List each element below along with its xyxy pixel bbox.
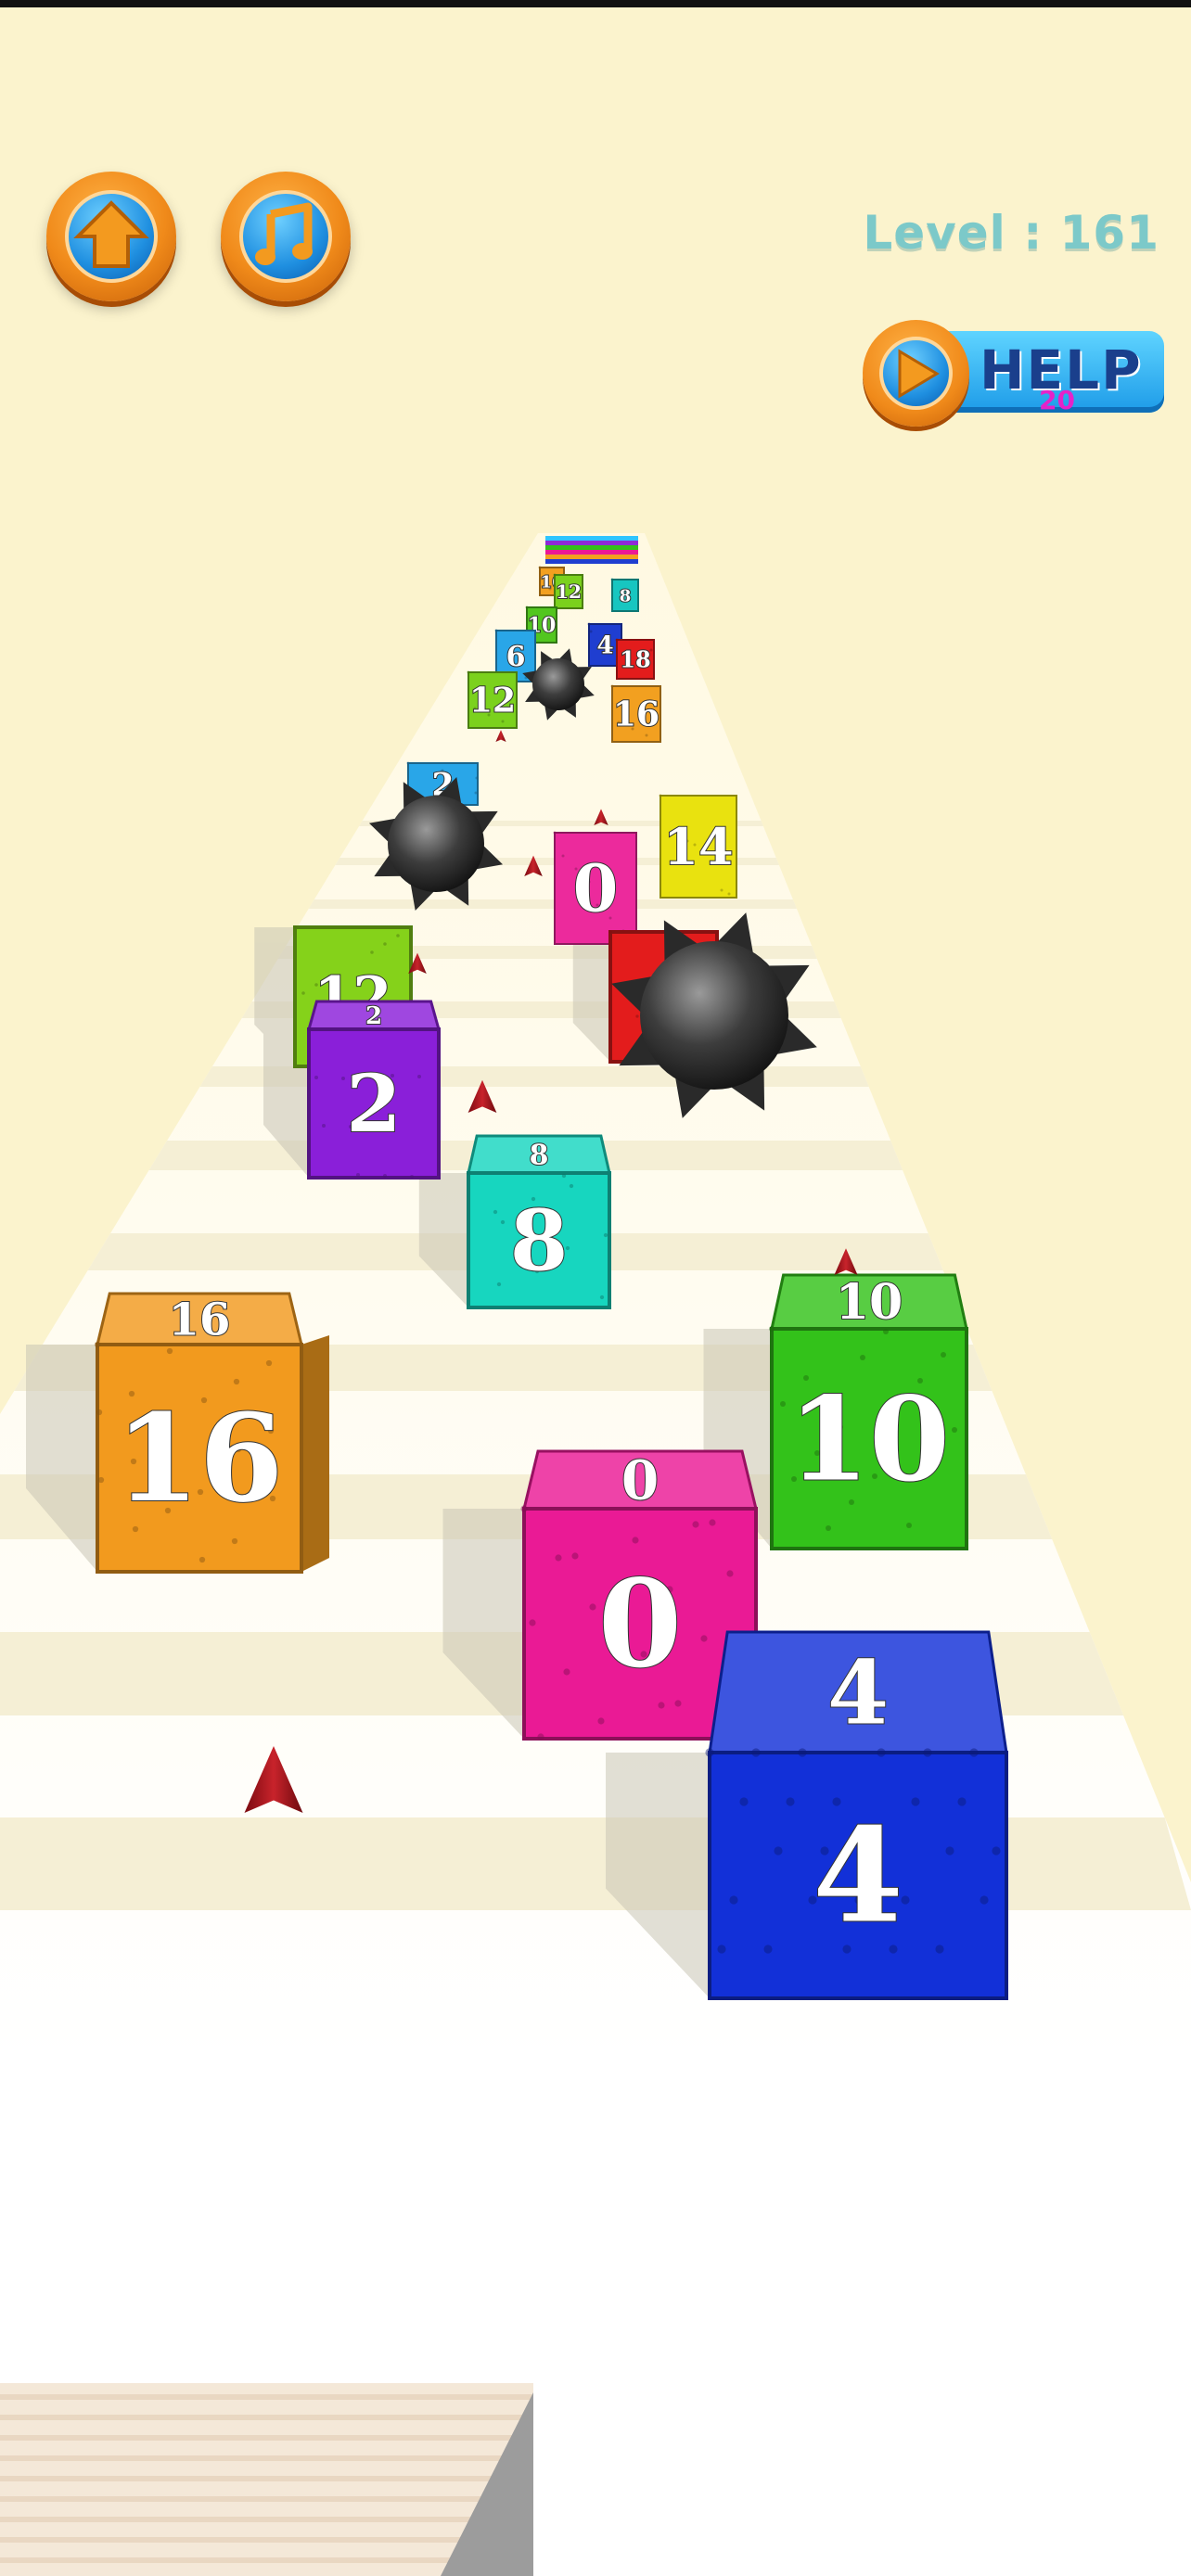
horizon-bar — [545, 550, 638, 555]
cube-value: 2 — [346, 1058, 401, 1151]
number-cube: 10 10 — [769, 1273, 968, 1550]
number-cube: 8 — [610, 578, 639, 612]
horizon-bar — [545, 559, 638, 564]
number-cube: 22 — [307, 1000, 441, 1180]
number-cube: 18 — [615, 638, 655, 680]
number-cube: 0 — [553, 831, 637, 945]
music-button[interactable] — [221, 172, 351, 301]
number-cube: 12 — [467, 670, 518, 729]
horizon-bar — [545, 541, 638, 545]
cube-value: 12 — [556, 580, 582, 603]
help-button[interactable]: HELP 20 — [863, 320, 1169, 431]
cube-top-value: 2 — [365, 1002, 382, 1030]
level-indicator: Level : 161 — [863, 206, 1159, 260]
cube-value: 0 — [598, 1553, 682, 1695]
help-count: 20 — [1039, 385, 1075, 415]
home-button[interactable] — [46, 172, 176, 301]
cube-value: 18 — [620, 645, 650, 672]
music-note-icon — [239, 190, 332, 283]
number-cube: 1616 — [94, 1292, 329, 1574]
cube-value: 0 — [573, 850, 619, 927]
number-cube: 44 — [705, 1630, 1008, 2000]
cube-value: 16 — [116, 1387, 284, 1529]
horizon-bar — [545, 555, 638, 559]
cube-value: 8 — [510, 1192, 569, 1290]
cube-top-value: 10 — [836, 1274, 903, 1331]
cube-value: 4 — [813, 1801, 903, 1953]
cube-value: 12 — [469, 682, 516, 721]
horizon-bar — [545, 536, 638, 541]
number-cube: 16 — [610, 684, 661, 743]
cube-value: 10 — [788, 1371, 950, 1507]
cube-top-value: 8 — [530, 1140, 549, 1172]
cube-top-value: 16 — [169, 1294, 231, 1345]
cube-top-value: 0 — [621, 1448, 659, 1511]
home-arrow-icon — [65, 190, 158, 283]
stair-step — [0, 2383, 533, 2576]
cube-top-value: 4 — [827, 1641, 889, 1744]
horizon-bar — [545, 545, 638, 550]
cube-value: 6 — [506, 641, 526, 673]
distant-cubes — [545, 536, 638, 564]
number-cube: 12 — [553, 573, 583, 609]
cube-value: 14 — [663, 817, 733, 876]
cube-value: 16 — [613, 695, 660, 734]
cube-value: 4 — [596, 632, 613, 660]
cube-value: 8 — [620, 586, 632, 606]
number-cube: 88 — [466, 1134, 611, 1309]
play-icon — [863, 320, 969, 427]
number-cube: 14 — [659, 794, 737, 899]
